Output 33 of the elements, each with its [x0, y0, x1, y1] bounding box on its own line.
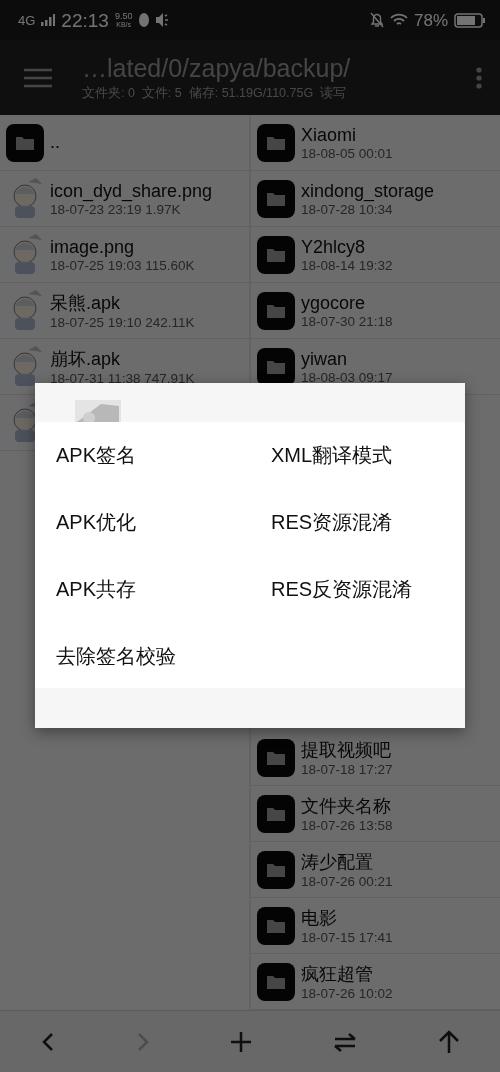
file-name: yiwan [301, 348, 349, 370]
file-name: .. [50, 132, 60, 153]
clock: 22:13 [61, 10, 109, 30]
file-details: 18-07-26 13:58 [301, 818, 393, 833]
file-details: 18-07-31 11:38 747.91K [50, 371, 195, 386]
file-name: icon_dyd_share.png [50, 180, 213, 202]
file-details: 18-08-14 19:32 [301, 257, 393, 273]
file-details: 18-07-26 10:02 [301, 986, 393, 1001]
file-name: Y2hlcy8 [301, 236, 367, 258]
file-name: Xiaomi [301, 124, 358, 146]
file-name: 文件夹名称 [301, 795, 392, 818]
battery-percent: 78% [413, 11, 448, 29]
file-name: image.png [50, 236, 136, 258]
file-name: 提取视频吧 [301, 739, 392, 762]
file-name: 疯狂超管 [301, 963, 374, 986]
file-name: 崩坏.apk [50, 348, 122, 371]
file-name: 电影 [301, 907, 338, 930]
file-details: 18-07-18 17:27 [301, 762, 393, 777]
file-name: 呆熊.apk [50, 292, 122, 315]
file-details: 18-07-28 10:34 [301, 201, 393, 217]
file-details: 18-07-30 21:18 [301, 313, 393, 329]
file-details: 18-07-26 00:21 [301, 874, 393, 889]
file-details: 18-08-03 09:17 [301, 369, 393, 385]
file-details: 18-07-25 19:10 242.11K [50, 315, 195, 330]
file-name: ygocore [301, 292, 367, 314]
network-type: 4G [18, 13, 36, 27]
file-name: 涛少配置 [301, 851, 374, 874]
file-name: xindong_storage [301, 180, 435, 202]
file-details: 18-07-23 23:19 1.97K [50, 201, 181, 217]
file-details: 18-07-25 19:03 115.60K [50, 257, 195, 273]
file-details: 18-08-05 00:01 [301, 145, 393, 161]
file-details: 18-07-15 17:41 [301, 930, 393, 945]
speed-value: 9.50 [114, 12, 133, 21]
